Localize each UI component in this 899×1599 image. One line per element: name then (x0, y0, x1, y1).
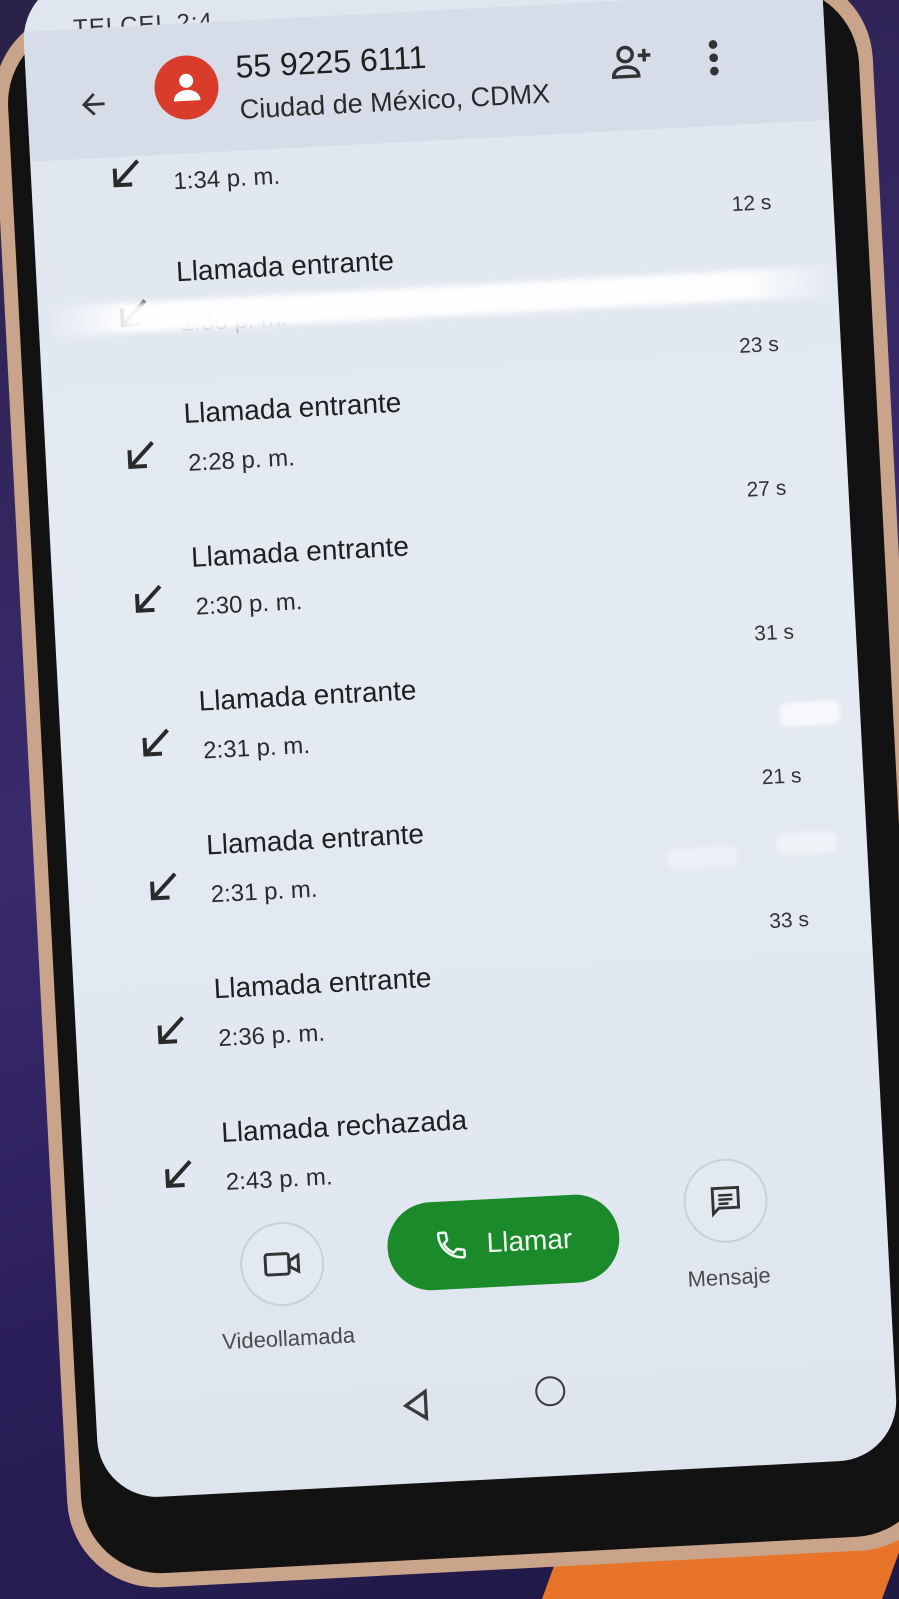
call-received-icon (112, 159, 140, 188)
call-time: 2:36 p. m. (217, 1019, 326, 1053)
call-duration: 31 s (753, 620, 795, 646)
nav-home-button[interactable] (534, 1375, 567, 1407)
person-add-icon (611, 45, 651, 80)
nav-back-icon[interactable] (395, 1384, 437, 1426)
video-call-button[interactable] (238, 1219, 327, 1309)
call-duration: 21 s (761, 764, 802, 790)
call-time: 2:30 p. m. (195, 588, 304, 621)
call-received-icon (142, 728, 169, 757)
call-duration: 27 s (746, 476, 787, 502)
screen-reflection (779, 700, 841, 728)
call-button-label: Llamar (485, 1222, 573, 1259)
screen-reflection (667, 845, 739, 870)
phone-icon (437, 1231, 467, 1259)
call-button[interactable]: Llamar (385, 1192, 622, 1293)
videocam-icon (263, 1252, 301, 1277)
call-received-icon (134, 584, 162, 613)
call-type-label: Llamada entrante (190, 530, 410, 573)
call-type-label: Llamada entrante (212, 961, 433, 1005)
call-duration: 12 s (731, 191, 772, 217)
call-time: 1:34 p. m. (172, 162, 281, 196)
add-contact-button[interactable] (603, 37, 661, 88)
call-time: 2:43 p. m. (225, 1163, 334, 1196)
call-received-icon (127, 441, 154, 470)
call-type-label: Llamada entrante (197, 674, 418, 717)
message-label: Mensaje (686, 1262, 772, 1292)
phone-screen: TELCEL 2:4 55 9225 6111 Ciudad de México… (20, 0, 899, 1500)
person-icon (173, 73, 201, 102)
call-type-label: Llamada entrante (175, 244, 395, 288)
call-received-icon (165, 1160, 192, 1189)
call-type-label: Llamada entrante (205, 818, 425, 861)
call-type-label: Llamada rechazada (220, 1104, 468, 1149)
call-received-icon (150, 872, 177, 901)
more-vert-icon (708, 40, 719, 76)
call-time: 2:31 p. m. (202, 731, 311, 765)
call-type-label: Llamada entrante (182, 386, 403, 430)
message-icon (710, 1185, 741, 1218)
arrow-left-icon (81, 93, 105, 116)
call-history-list: 1:34 p. m. Llamada entrante 1:38 p. m. 1… (30, 120, 829, 1196)
screen-reflection (776, 830, 838, 856)
video-call-label: Videollamada (221, 1322, 356, 1355)
back-button[interactable] (68, 79, 118, 129)
call-duration: 23 s (738, 332, 780, 358)
call-duration: 33 s (768, 908, 810, 934)
call-time: 2:31 p. m. (210, 875, 319, 909)
call-time: 2:28 p. m. (187, 444, 296, 477)
more-options-button[interactable] (692, 29, 735, 87)
call-received-icon (157, 1016, 185, 1045)
